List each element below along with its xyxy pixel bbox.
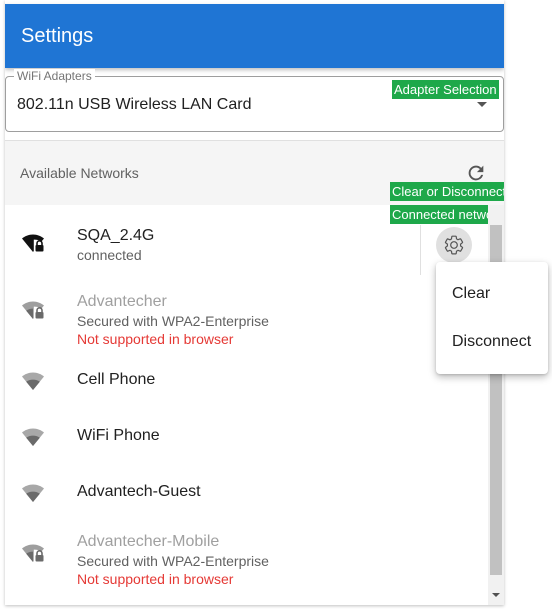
network-item-advantecher-mobile[interactable]: Advantecher-Mobile Secured with WPA2-Ent… [5, 525, 488, 595]
app-bar: Settings [5, 4, 504, 68]
menu-item-disconnect[interactable]: Disconnect [436, 322, 548, 362]
network-name: Advantecher-Mobile [77, 533, 220, 550]
network-security: Secured with WPA2-Enterprise [77, 313, 269, 329]
network-name: Advantech-Guest [77, 483, 201, 500]
wifi-icon [21, 481, 45, 505]
network-context-menu: Clear Disconnect [436, 262, 548, 374]
menu-item-label: Disconnect [452, 333, 532, 350]
divider [420, 225, 421, 275]
network-settings-button[interactable] [436, 227, 472, 263]
network-warning: Not supported in browser [77, 331, 234, 347]
scroll-down-arrow-icon[interactable] [492, 593, 500, 597]
wifi-secured-connected-icon [21, 231, 45, 255]
refresh-icon[interactable] [465, 162, 487, 184]
network-list: SQA_2.4G connected Advantecher Secured w [5, 205, 488, 605]
wifi-secured-icon [21, 541, 45, 565]
gear-icon [444, 235, 464, 255]
wifi-adapter-label: WiFi Adapters [14, 69, 95, 83]
network-name: WiFi Phone [77, 427, 160, 444]
network-security: Secured with WPA2-Enterprise [77, 553, 269, 569]
wifi-icon [21, 369, 45, 393]
network-item-advantecher[interactable]: Advantecher Secured with WPA2-Enterprise… [5, 283, 488, 349]
network-name: SQA_2.4G [77, 227, 155, 244]
network-status: connected [77, 247, 142, 263]
network-item-cell-phone[interactable]: Cell Phone [5, 353, 488, 409]
network-item-wifi-phone[interactable]: WiFi Phone [5, 409, 488, 465]
menu-item-clear[interactable]: Clear [436, 274, 548, 314]
dropdown-arrow-icon[interactable] [477, 102, 487, 107]
network-warning: Not supported in browser [77, 571, 234, 587]
menu-item-label: Clear [452, 285, 491, 302]
wifi-secured-icon [21, 298, 45, 322]
clear-disconnect-annotation: Clear or Disconnect [390, 182, 504, 201]
wifi-adapter-value: 802.11n USB Wireless LAN Card [17, 96, 252, 113]
network-item-sqa-2-4g[interactable]: SQA_2.4G connected [5, 205, 488, 290]
page-title: Settings [21, 25, 94, 47]
network-name: Advantecher [77, 293, 167, 310]
wifi-icon [21, 425, 45, 449]
settings-panel: Settings WiFi Adapters 802.11n USB Wirel… [5, 0, 504, 605]
network-name: Cell Phone [77, 371, 156, 388]
adapter-selection-annotation: Adapter Selection [392, 80, 499, 99]
available-networks-title: Available Networks [20, 165, 139, 181]
network-item-advantech-guest[interactable]: Advantech-Guest [5, 465, 488, 521]
